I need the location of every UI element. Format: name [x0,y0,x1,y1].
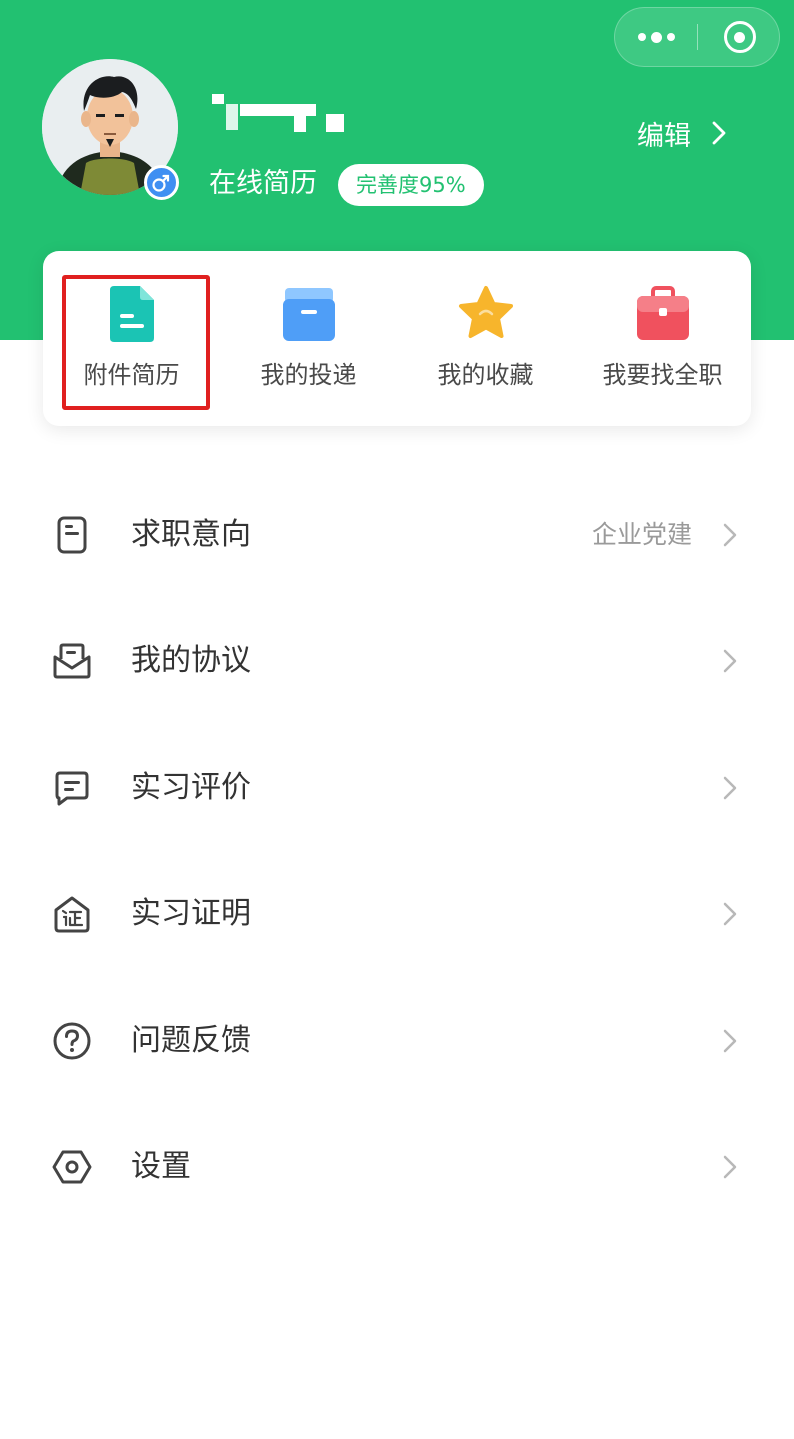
briefcase-icon [636,286,689,340]
menu-item-job-intention[interactable]: 求职意向 企业党建 [0,484,794,584]
chevron-right-icon [723,1155,737,1179]
agreement-envelope-icon [53,643,91,679]
menu-item-label: 实习评价 [131,770,251,805]
quick-action-label: 我要找全职 [602,361,723,389]
settings-hexagon-icon [52,1150,92,1184]
completion-badge: 完善度95% [338,164,484,206]
menu-item-my-agreement[interactable]: 我的协议 [0,610,794,710]
chevron-right-icon [723,1029,737,1053]
more-dots-icon[interactable] [615,8,698,66]
menu-item-label: 我的协议 [131,643,251,678]
edit-label: 编辑 [637,120,691,152]
menu-item-label: 实习证明 [131,896,251,931]
menu-item-value: 企业党建 [591,520,692,549]
online-resume-label[interactable]: 在线简历 [209,162,317,206]
menu-item-internship-evaluation[interactable]: 实习评价 [0,737,794,837]
menu-item-label: 求职意向 [131,517,251,552]
menu-item-settings[interactable]: 设置 [0,1116,794,1216]
highlight-annotation-box [62,275,210,410]
quick-action-my-applications[interactable]: 我的投递 [220,251,397,426]
chevron-right-icon [712,121,726,145]
user-name-redacted [210,92,350,136]
edit-profile-link[interactable]: 编辑 [637,110,727,156]
certificate-icon [54,896,90,933]
menu-item-label: 设置 [131,1149,191,1184]
question-icon [53,1022,91,1060]
chevron-right-icon [723,902,737,926]
chevron-right-icon [723,523,737,547]
chevron-right-icon [723,649,737,673]
box-icon [282,288,335,341]
intention-doc-icon [57,516,87,554]
quick-action-my-favorites[interactable]: 我的收藏 [397,251,574,426]
star-icon [458,286,513,338]
comment-icon [55,771,89,806]
quick-action-find-fulltime[interactable]: 我要找全职 [574,251,751,426]
mini-program-close-icon[interactable] [698,8,781,66]
chevron-right-icon [723,776,737,800]
quick-action-label: 我的收藏 [437,361,534,389]
menu-item-label: 问题反馈 [131,1023,251,1058]
quick-action-label: 我的投递 [260,361,357,389]
menu-item-feedback[interactable]: 问题反馈 [0,990,794,1090]
mini-program-capsule [614,7,780,67]
menu-item-internship-certificate[interactable]: 实习证明 [0,863,794,963]
male-icon [144,165,179,200]
